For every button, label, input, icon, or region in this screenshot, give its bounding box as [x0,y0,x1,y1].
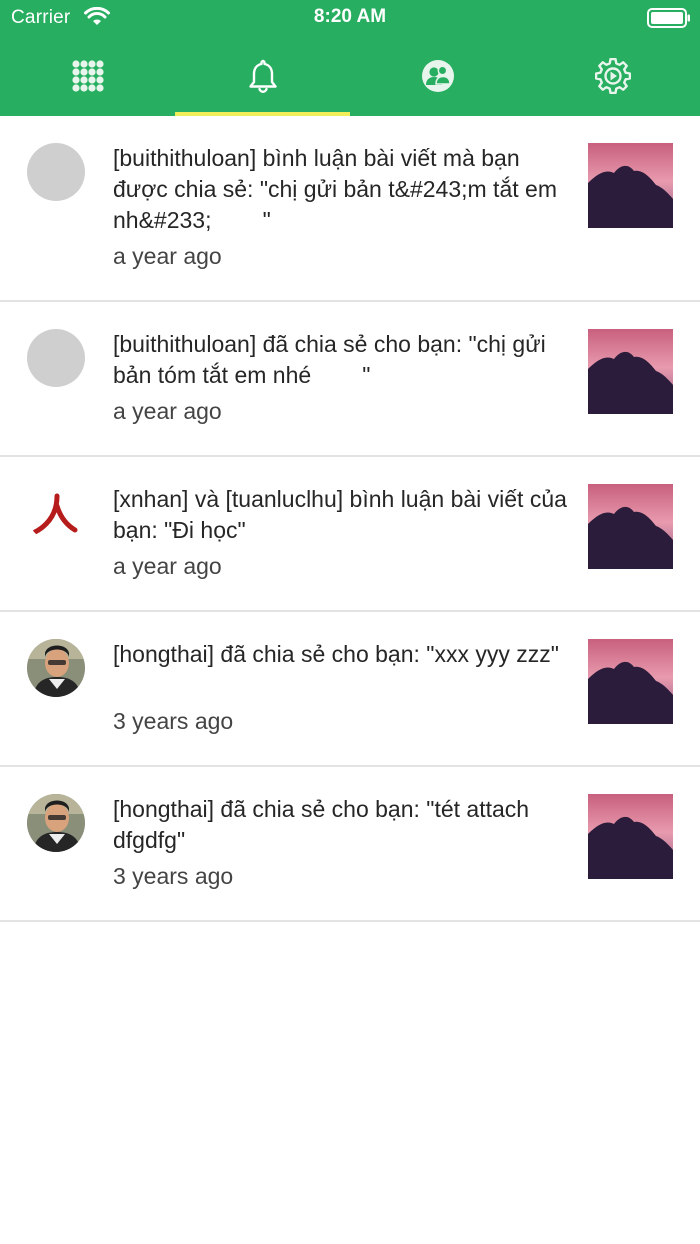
time-ago: 3 years ago [113,863,234,889]
list-item[interactable]: [buithithuloan] đã chia sẻ cho bạn: "chị… [0,302,700,457]
grid-icon [71,60,104,92]
notification-text: [buithithuloan] đã chia sẻ cho bạn: "chị… [113,331,553,388]
sunset-thumbnail-icon [588,329,673,414]
list-item[interactable]: [buithithuloan] bình luận bài viết mà bạ… [0,116,700,302]
notification-list: [buithithuloan] bình luận bài viết mà bạ… [0,116,700,922]
time-ago: a year ago [113,553,222,579]
thumbnail [588,639,673,724]
list-item[interactable]: [hongthai] đã chia sẻ cho bạn: "xxx yyy … [0,612,700,767]
sunset-thumbnail-icon [588,639,673,724]
tab-menu[interactable] [0,36,175,116]
top-bar: Carrier 8:20 AM [0,0,700,116]
notification-text: [xnhan] và [tuanluclhu] bình luận bài vi… [113,486,574,543]
avatar [27,329,85,387]
thumbnail [588,143,673,228]
avatar [27,484,85,542]
battery-icon [647,8,690,28]
tab-notifications[interactable] [175,36,350,116]
status-bar: Carrier 8:20 AM [0,0,700,36]
photo-avatar-icon [27,639,85,697]
avatar [27,639,85,697]
time-ago: 3 years ago [113,708,234,734]
kanji-avatar-icon [27,484,85,542]
time-ago: a year ago [113,243,222,269]
sunset-thumbnail-icon [588,484,673,569]
time-ago: a year ago [113,398,222,424]
list-item[interactable]: [xnhan] và [tuanluclhu] bình luận bài vi… [0,457,700,612]
sunset-thumbnail-icon [588,794,673,879]
thumbnail [588,794,673,879]
tab-bar [0,36,700,116]
notification-text: [hongthai] đã chia sẻ cho bạn: "xxx yyy … [113,641,559,667]
tab-settings[interactable] [525,36,700,116]
photo-avatar-icon [27,794,85,852]
friends-icon [421,60,454,92]
settings-icon [594,58,631,94]
notification-text: [hongthai] đã chia sẻ cho bạn: "tét atta… [113,796,555,853]
list-item[interactable]: [hongthai] đã chia sẻ cho bạn: "tét atta… [0,767,700,922]
avatar [27,794,85,852]
thumbnail [588,484,673,569]
notification-text: [buithithuloan] bình luận bài viết mà bạ… [113,145,564,233]
sunset-thumbnail-icon [588,143,673,228]
thumbnail [588,329,673,414]
clock: 8:20 AM [313,6,387,27]
avatar [27,143,85,201]
bell-icon [248,59,277,93]
tab-friends[interactable] [350,36,525,116]
